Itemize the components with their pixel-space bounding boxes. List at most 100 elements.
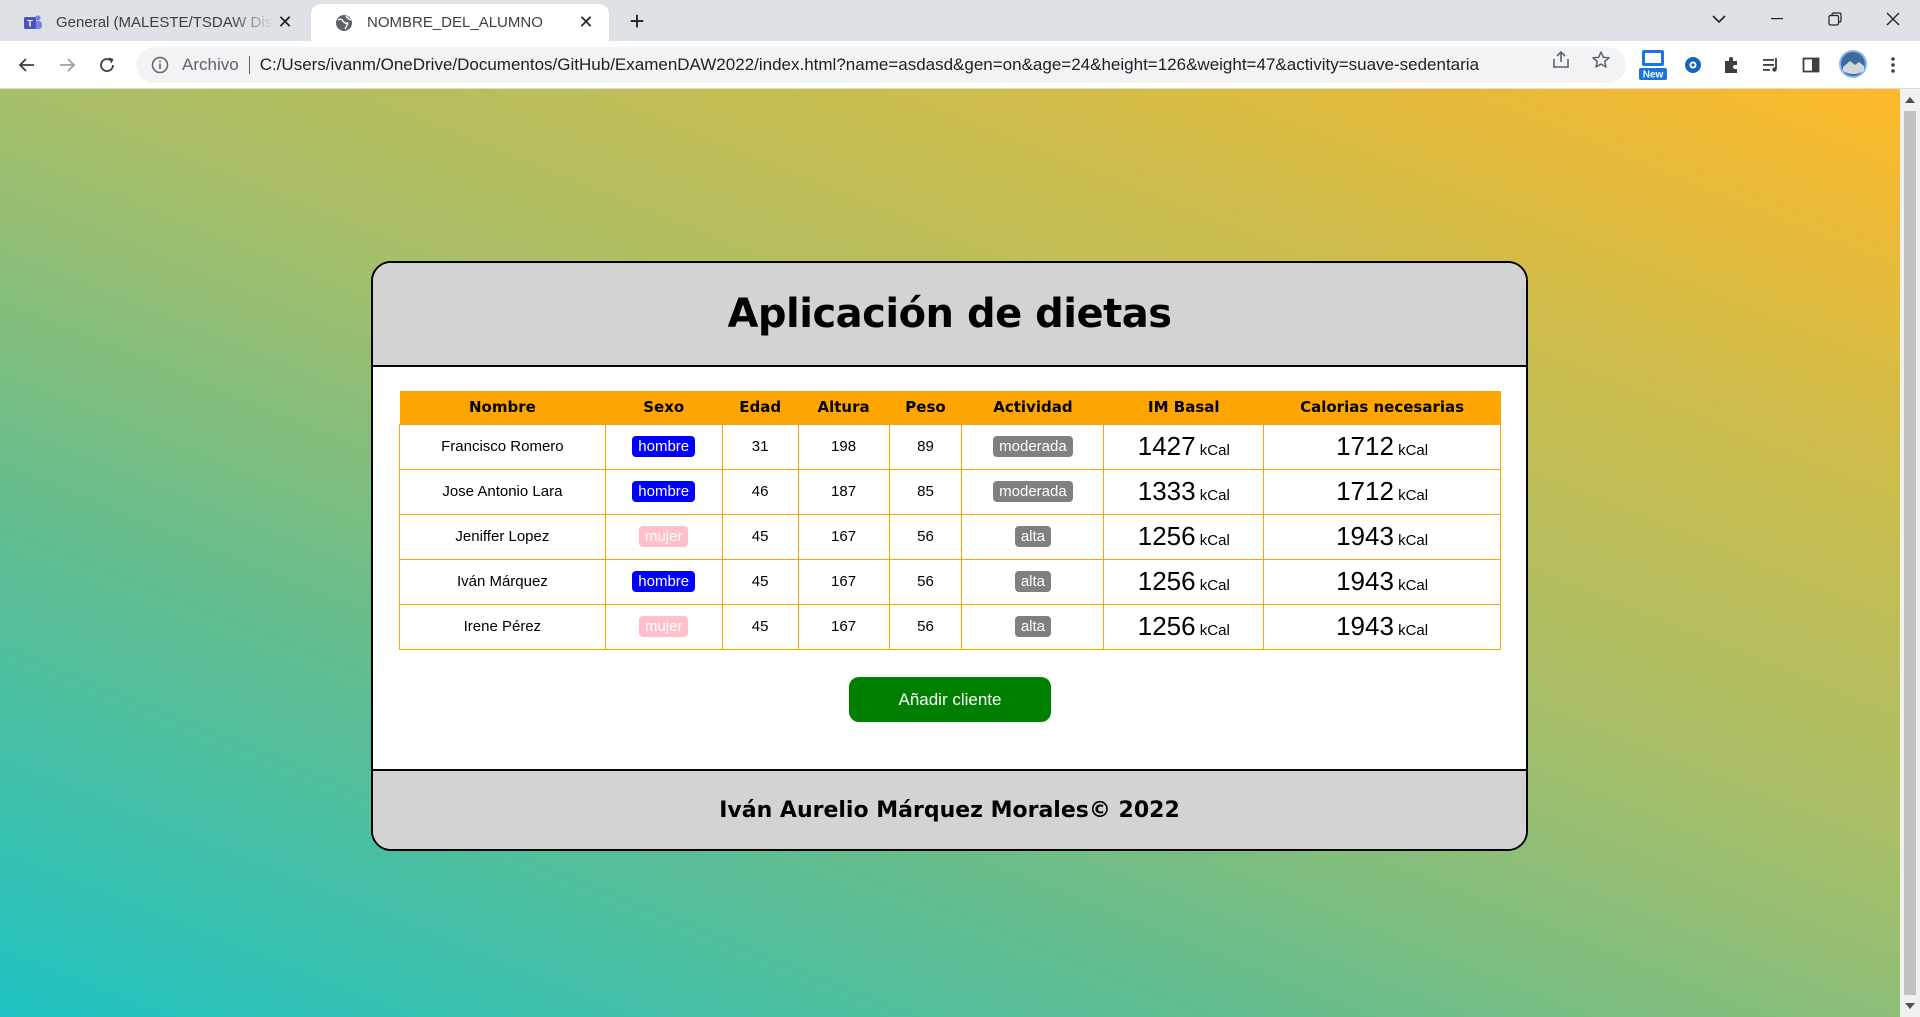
table-row: Irene Pérez mujer 45 167 56 alta 1256 kC… bbox=[399, 603, 1501, 650]
activity-badge: alta bbox=[1014, 526, 1051, 547]
calorias-value: 1943 bbox=[1336, 521, 1394, 551]
address-separator bbox=[248, 56, 250, 74]
cell-nombre: Irene Pérez bbox=[399, 603, 606, 650]
card-footer: Iván Aurelio Márquez Morales© 2022 bbox=[373, 769, 1526, 849]
tab-title: NOMBRE_DEL_ALUMNO bbox=[367, 14, 543, 31]
activity-badge: alta bbox=[1014, 616, 1051, 637]
activity-badge: alta bbox=[1014, 571, 1051, 592]
scroll-up-icon[interactable] bbox=[1905, 97, 1915, 103]
close-tab-icon[interactable]: ✕ bbox=[274, 12, 296, 34]
unit-label: kCal bbox=[1199, 532, 1230, 549]
page-viewport: Aplicación de dietas Nombre Sexo Edad Al… bbox=[0, 89, 1900, 1017]
basal-value: 1256 bbox=[1137, 611, 1196, 641]
cell-peso: 89 bbox=[888, 423, 963, 470]
reload-icon bbox=[100, 57, 114, 72]
restore-icon bbox=[1828, 12, 1842, 26]
cell-sexo: mujer bbox=[604, 513, 723, 560]
restore-button[interactable] bbox=[1812, 0, 1858, 38]
profile-avatar[interactable] bbox=[1838, 49, 1868, 79]
info-icon[interactable] bbox=[150, 55, 170, 75]
cell-calorias: 1712 kCal bbox=[1263, 423, 1501, 470]
cell-altura: 167 bbox=[797, 513, 890, 560]
tab-search-button[interactable] bbox=[1696, 0, 1742, 38]
scheme-label: Archivo bbox=[182, 55, 239, 74]
share-icon[interactable] bbox=[1550, 49, 1572, 71]
unit-label: kCal bbox=[1199, 622, 1230, 639]
arrow-left-icon bbox=[18, 58, 34, 72]
address-bar[interactable]: Archivo C:/Users/ivanm/OneDrive/Document… bbox=[136, 47, 1626, 83]
card-body: Nombre Sexo Edad Altura Peso Actividad I… bbox=[373, 367, 1526, 769]
kebab-menu-icon[interactable] bbox=[1880, 52, 1906, 78]
cell-actividad: alta bbox=[961, 603, 1105, 650]
forward-button[interactable] bbox=[52, 50, 82, 80]
cell-actividad: alta bbox=[961, 513, 1105, 560]
cell-calorias: 1943 kCal bbox=[1263, 558, 1501, 605]
cell-altura: 167 bbox=[797, 558, 890, 605]
basal-value: 1427 bbox=[1137, 431, 1196, 461]
cell-basal: 1333 kCal bbox=[1103, 468, 1265, 515]
add-client-button[interactable]: Añadir cliente bbox=[849, 677, 1051, 722]
chevron-down-icon bbox=[1712, 15, 1726, 24]
cell-peso: 56 bbox=[888, 603, 963, 650]
unit-label: kCal bbox=[1199, 442, 1230, 459]
close-tab-icon[interactable]: ✕ bbox=[575, 12, 597, 34]
tab-nombre-del-alumno[interactable]: NOMBRE_DEL_ALUMNO ✕ bbox=[311, 4, 609, 41]
svg-text:T: T bbox=[27, 18, 33, 28]
close-window-button[interactable] bbox=[1870, 0, 1916, 38]
scrollbar-thumb[interactable] bbox=[1904, 111, 1916, 995]
arrow-right-icon bbox=[60, 58, 76, 72]
url-text[interactable]: C:/Users/ivanm/OneDrive/Documentos/GitHu… bbox=[260, 55, 1479, 75]
cell-sexo: hombre bbox=[604, 423, 723, 470]
cell-peso: 85 bbox=[888, 468, 963, 515]
vertical-scrollbar[interactable] bbox=[1900, 89, 1920, 1017]
unit-label: kCal bbox=[1398, 532, 1429, 549]
activity-badge: moderada bbox=[993, 481, 1073, 502]
extension-gear-icon[interactable] bbox=[1680, 52, 1706, 78]
calorias-value: 1712 bbox=[1336, 476, 1394, 506]
column-header: Altura bbox=[798, 391, 890, 424]
basal-value: 1256 bbox=[1137, 566, 1196, 596]
table-row: Iván Márquez hombre 45 167 56 alta 1256 … bbox=[399, 558, 1501, 605]
page-title: Aplicación de dietas bbox=[727, 291, 1172, 337]
cell-altura: 187 bbox=[797, 468, 890, 515]
cell-edad: 46 bbox=[721, 468, 799, 515]
cell-sexo: mujer bbox=[604, 603, 723, 650]
cell-actividad: moderada bbox=[961, 423, 1105, 470]
scroll-down-icon[interactable] bbox=[1905, 1003, 1915, 1009]
cell-nombre: Jeniffer Lopez bbox=[399, 513, 606, 560]
calorias-value: 1943 bbox=[1336, 611, 1394, 641]
side-panel-icon[interactable] bbox=[1798, 52, 1824, 78]
back-button[interactable] bbox=[12, 50, 42, 80]
cell-nombre: Francisco Romero bbox=[399, 423, 606, 470]
table-row: Francisco Romero hombre 31 198 89 modera… bbox=[399, 423, 1501, 470]
new-extension-icon[interactable]: New bbox=[1638, 47, 1668, 83]
cell-edad: 45 bbox=[721, 513, 799, 560]
bookmark-star-icon[interactable] bbox=[1590, 49, 1612, 71]
cell-actividad: moderada bbox=[961, 468, 1105, 515]
column-header: Calorias necesarias bbox=[1263, 391, 1501, 424]
media-playlist-icon[interactable] bbox=[1758, 52, 1784, 78]
tab-title: General (MALESTE/TSDAW Diseño bbox=[56, 14, 274, 31]
column-header: Actividad bbox=[961, 391, 1104, 424]
unit-label: kCal bbox=[1199, 577, 1230, 594]
cell-actividad: alta bbox=[961, 558, 1105, 605]
unit-label: kCal bbox=[1398, 622, 1429, 639]
cell-edad: 31 bbox=[721, 423, 799, 470]
cell-nombre: Jose Antonio Lara bbox=[399, 468, 606, 515]
reload-button[interactable] bbox=[92, 50, 122, 80]
cell-calorias: 1943 kCal bbox=[1263, 603, 1501, 650]
puzzle-icon[interactable] bbox=[1718, 52, 1744, 78]
minimize-button[interactable] bbox=[1754, 0, 1800, 38]
sexo-badge: mujer bbox=[638, 526, 689, 547]
unit-label: kCal bbox=[1398, 577, 1429, 594]
close-icon bbox=[1886, 12, 1900, 26]
new-tab-button[interactable]: + bbox=[622, 6, 652, 36]
cell-basal: 1256 kCal bbox=[1103, 513, 1265, 560]
tab-teams[interactable]: T General (MALESTE/TSDAW Diseño ✕ bbox=[0, 4, 308, 41]
calorias-value: 1712 bbox=[1336, 431, 1394, 461]
diet-app-card: Aplicación de dietas Nombre Sexo Edad Al… bbox=[371, 261, 1528, 851]
cell-peso: 56 bbox=[888, 513, 963, 560]
cell-edad: 45 bbox=[721, 558, 799, 605]
table-row: Jose Antonio Lara hombre 46 187 85 moder… bbox=[399, 468, 1501, 515]
column-header: Peso bbox=[889, 391, 962, 424]
